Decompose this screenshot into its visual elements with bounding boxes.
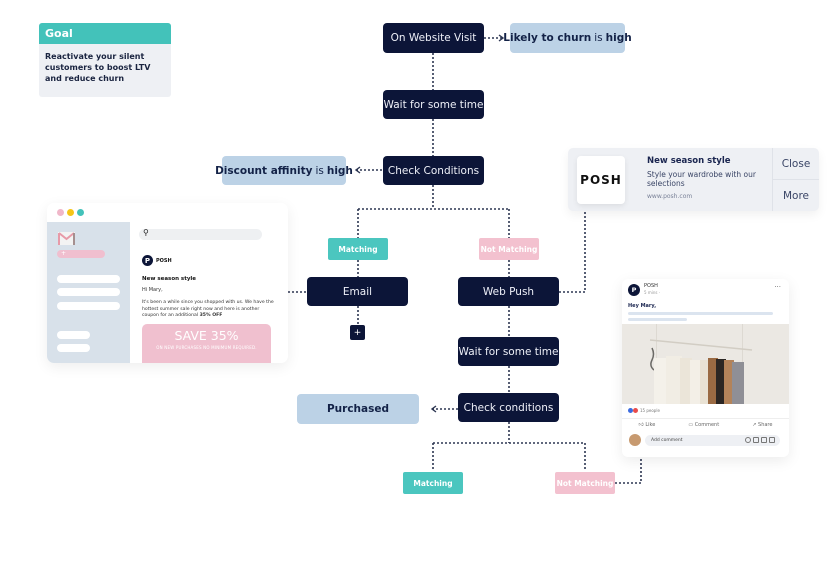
post-text-line — [628, 312, 773, 315]
goal-description: Reactivate your silent customers to boos… — [45, 52, 151, 83]
connector-nomatch2-post — [615, 457, 642, 484]
mail-sidebar: + — [47, 222, 130, 363]
mail-sender: P POSH — [142, 255, 172, 266]
condition-operator: is — [594, 32, 603, 44]
node-on-website-visit[interactable]: On Website Visit — [383, 23, 484, 53]
coupon-subtitle: ON NEW PURCHASES NO MINIMUM REQUIRED. — [156, 345, 257, 350]
social-post-preview: P POSH 5 mins · ··· Hey Mary, 15 people … — [622, 279, 789, 457]
coupon-banner: SAVE 35% ON NEW PURCHASES NO MINIMUM REQ… — [142, 324, 271, 363]
comment-placeholder: Add comment — [651, 437, 683, 443]
mail-body-highlight: 35% OFF — [199, 313, 223, 318]
comment-input[interactable]: Add comment — [645, 434, 780, 446]
like-button[interactable]: 👍︎ Like — [639, 422, 656, 428]
compose-button[interactable]: + — [57, 250, 105, 258]
post-time: 5 mins · — [644, 290, 660, 295]
mail-search-bar[interactable]: ⚲ — [139, 228, 262, 240]
posh-logo: POSH — [577, 156, 625, 204]
sidebar-item — [57, 331, 90, 339]
share-label: Share — [758, 421, 773, 428]
node-web-push[interactable]: Web Push — [458, 277, 559, 306]
search-icon: ⚲ — [143, 228, 149, 237]
condition-discount-affinity[interactable]: Discount affinity is high — [215, 156, 353, 185]
window-dot-yellow — [67, 209, 74, 216]
sidebar-item — [57, 288, 120, 296]
sidebar-item — [57, 302, 120, 310]
more-options-icon[interactable]: ··· — [774, 283, 781, 291]
condition-value: high — [605, 32, 632, 44]
clothing-illustration — [622, 324, 789, 404]
push-title: New season style — [647, 156, 731, 166]
condition-likely-to-churn[interactable]: Likely to churn is high — [503, 23, 632, 53]
post-actions: 👍︎ Like ▭ Comment ↗ Share — [622, 418, 789, 430]
share-button[interactable]: ↗ Share — [752, 422, 772, 428]
push-more-button[interactable]: More — [773, 179, 819, 211]
push-url: www.posh.com — [647, 193, 693, 200]
gmail-icon — [58, 232, 75, 245]
sticker-icon[interactable] — [769, 436, 775, 443]
goal-card: Goal Reactivate your silent customers to… — [39, 23, 171, 97]
branch-not-matching-2[interactable]: Not Matching — [555, 472, 615, 494]
goal-title: Goal — [39, 23, 171, 44]
connector-webpush-notification — [559, 211, 586, 293]
sidebar-item — [57, 344, 90, 352]
sidebar-item — [57, 275, 120, 283]
push-content: New season style Style your wardrobe wit… — [633, 148, 772, 211]
like-label: Like — [645, 421, 656, 428]
branch-matching-1[interactable]: Matching — [328, 238, 388, 260]
comment-row: Add comment — [629, 434, 780, 446]
comment-tools — [745, 436, 775, 443]
post-text-line — [628, 318, 687, 321]
mail-subject: New season style — [142, 276, 197, 282]
node-check-conditions-2[interactable]: Check conditions — [458, 393, 559, 422]
comment-label: Comment — [694, 421, 720, 428]
emoji-icon[interactable] — [745, 436, 751, 443]
posh-avatar: P — [142, 255, 153, 266]
condition-attribute: Discount affinity — [215, 164, 313, 177]
posh-avatar: P — [628, 284, 640, 296]
clothing-rack-image — [622, 324, 789, 404]
window-dot-pink — [57, 209, 64, 216]
love-reaction-icon — [633, 408, 638, 413]
node-wait-1[interactable]: Wait for some time — [383, 90, 484, 119]
condition-attribute: Likely to churn — [503, 32, 592, 44]
mail-body: It's been a while since you shopped with… — [142, 300, 277, 320]
branch-matching-2[interactable]: Matching — [403, 472, 463, 494]
email-preview: + ⚲ P POSH New season style Hi Mary, It'… — [47, 203, 288, 363]
condition-operator: is — [315, 164, 324, 177]
branch-not-matching-1[interactable]: Not Matching — [479, 238, 539, 260]
page-name: POSH — [644, 283, 658, 289]
node-email[interactable]: Email — [307, 277, 408, 306]
window-dots — [57, 209, 84, 216]
user-avatar — [629, 434, 641, 446]
push-actions: Close More — [772, 148, 819, 211]
condition-value: high — [326, 164, 353, 177]
push-body: Style your wardrobe with our selections — [647, 170, 756, 188]
post-greeting: Hey Mary, — [628, 303, 657, 309]
node-check-conditions[interactable]: Check Conditions — [383, 156, 484, 185]
mail-greeting: Hi Mary, — [142, 287, 163, 293]
node-wait-2[interactable]: Wait for some time — [458, 337, 559, 366]
reactions-summary[interactable]: 15 people — [628, 408, 660, 413]
coupon-title: SAVE 35% — [174, 328, 239, 343]
push-close-button[interactable]: Close — [773, 148, 819, 179]
condition-purchased[interactable]: Purchased — [297, 394, 419, 424]
comment-button[interactable]: ▭ Comment — [688, 422, 719, 428]
sender-name: POSH — [156, 257, 172, 264]
reactions-count: 15 people — [640, 408, 660, 413]
push-notification-preview: POSH New season style Style your wardrob… — [568, 148, 819, 211]
window-dot-teal — [77, 209, 84, 216]
camera-icon[interactable] — [753, 436, 759, 443]
add-step-button[interactable]: + — [350, 325, 365, 340]
gif-icon[interactable] — [761, 436, 767, 443]
